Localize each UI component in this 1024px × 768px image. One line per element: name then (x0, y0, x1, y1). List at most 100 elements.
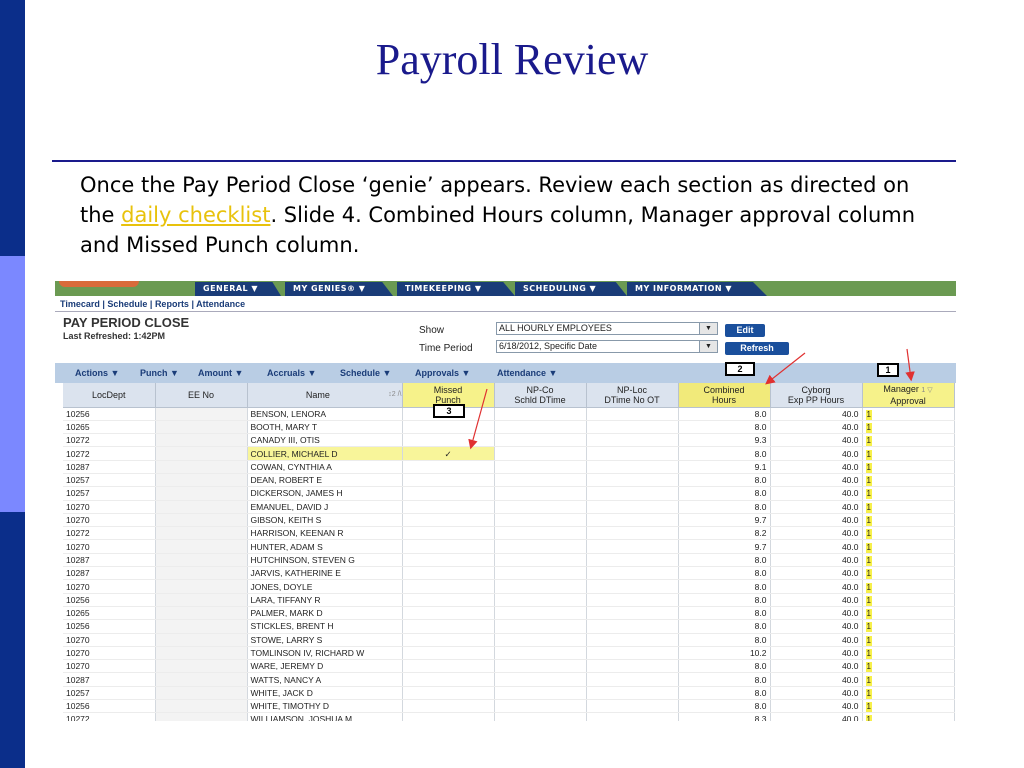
menu-accruals[interactable]: Accruals ▼ (267, 368, 316, 378)
table-row[interactable]: 10272 WILLIAMSON, JOSHUA M 8.3 40.0 1 (63, 712, 955, 721)
table-row[interactable]: 10265 BOOTH, MARY T 8.0 40.0 1 (63, 420, 955, 435)
cell-manager-approval: 1 (862, 619, 955, 634)
cell-missed-punch (402, 579, 495, 594)
subnav-timecard[interactable]: Timecard (60, 299, 100, 309)
cell-locdept: 10270 (63, 579, 156, 594)
table-row[interactable]: 10265 PALMER, MARK D 8.0 40.0 1 (63, 606, 955, 621)
cell-missed-punch (402, 619, 495, 634)
table-row[interactable]: 10270 STOWE, LARRY S 8.0 40.0 1 (63, 633, 955, 647)
table-row[interactable]: 10270 HUNTER, ADAM S 9.7 40.0 1 (63, 539, 955, 554)
cell-locdept: 10270 (63, 633, 156, 647)
col-name[interactable]: Name ↕2 /\ (247, 383, 403, 408)
table-row[interactable]: 10270 GIBSON, KEITH S 9.7 40.0 1 (63, 513, 955, 528)
cell-ee-no (155, 553, 248, 568)
cell-name: STICKLES, BRENT H (247, 619, 403, 634)
cell-combined-hours: 8.0 (678, 407, 771, 421)
table-row[interactable]: 10272 COLLIER, MICHAEL D ✓ 8.0 40.0 1 (63, 446, 955, 461)
cell-name: JONES, DOYLE (247, 579, 403, 594)
nav-tab-general[interactable]: GENERAL ▼ (195, 282, 281, 296)
nav-tab-timekeeping[interactable]: TIMEKEEPING ▼ (397, 282, 515, 296)
approval-badge: 1 (865, 436, 872, 446)
pay-period-close-screenshot: GENERAL ▼ MY GENIES® ▼ TIMEKEEPING ▼ SCH… (55, 281, 956, 721)
cell-manager-approval: 1 (862, 686, 955, 701)
cell-missed-punch: ✓ (402, 446, 495, 461)
cell-manager-approval: 1 (862, 633, 955, 647)
cell-np-co (494, 407, 587, 421)
cell-ee-no (155, 619, 248, 634)
show-select[interactable]: ALL HOURLY EMPLOYEES ▼ (496, 322, 718, 335)
table-row[interactable]: 10272 HARRISON, KEENAN R 8.2 40.0 1 (63, 526, 955, 541)
subnav-schedule[interactable]: Schedule (107, 299, 147, 309)
col-cyborg[interactable]: Cyborg Exp PP Hours (770, 383, 863, 408)
cell-manager-approval: 1 (862, 553, 955, 568)
table-row[interactable]: 10287 HUTCHINSON, STEVEN G 8.0 40.0 1 (63, 553, 955, 568)
cell-np-loc (586, 699, 679, 714)
col-combined-hours[interactable]: Combined Hours (678, 383, 771, 408)
table-row[interactable]: 10287 JARVIS, KATHERINE E 8.0 40.0 1 (63, 566, 955, 581)
table-row[interactable]: 10270 TOMLINSON IV, RICHARD W 10.2 40.0 1 (63, 646, 955, 661)
col-manager-approval[interactable]: Manager 1 ▽ Approval (862, 383, 955, 408)
subnav-attendance[interactable]: Attendance (196, 299, 245, 309)
menu-approvals[interactable]: Approvals ▼ (415, 368, 470, 378)
table-row[interactable]: 10256 LARA, TIFFANY R 8.0 40.0 1 (63, 593, 955, 607)
table-row[interactable]: 10257 DEAN, ROBERT E 8.0 40.0 1 (63, 473, 955, 488)
menu-punch[interactable]: Punch ▼ (140, 368, 179, 378)
cell-cyborg: 40.0 (770, 699, 863, 714)
dropdown-arrow-icon: ▼ (699, 341, 717, 352)
cell-ee-no (155, 672, 248, 687)
cell-combined-hours: 8.0 (678, 420, 771, 435)
cell-ee-no (155, 407, 248, 421)
time-period-select[interactable]: 6/18/2012, Specific Date ▼ (496, 340, 718, 353)
menu-schedule[interactable]: Schedule ▼ (340, 368, 391, 378)
approval-badge: 1 (865, 702, 872, 712)
refresh-button[interactable]: Refresh (725, 342, 789, 355)
table-row[interactable]: 10287 WATTS, NANCY A 8.0 40.0 1 (63, 672, 955, 687)
cell-manager-approval: 1 (862, 539, 955, 554)
nav-tab-my-genies[interactable]: MY GENIES® ▼ (285, 282, 393, 296)
col-np-co[interactable]: NP-Co Schld DTime (494, 383, 587, 408)
daily-checklist-link[interactable]: daily checklist (121, 203, 270, 227)
cell-missed-punch (402, 699, 495, 714)
cell-np-loc (586, 486, 679, 501)
cell-combined-hours: 8.0 (678, 606, 771, 621)
approval-badge: 1 (865, 582, 872, 593)
cell-manager-approval: 1 (862, 699, 955, 714)
table-row[interactable]: 10272 CANADY III, OTIS 9.3 40.0 1 (63, 433, 955, 448)
cell-np-co (494, 473, 587, 488)
nav-tab-my-information[interactable]: MY INFORMATION ▼ (627, 282, 767, 296)
cell-combined-hours: 8.0 (678, 672, 771, 687)
col-ee-no[interactable]: EE No (155, 383, 248, 408)
edit-button[interactable]: Edit (725, 324, 765, 337)
table-row[interactable]: 10256 BENSON, LENORA 8.0 40.0 1 (63, 407, 955, 421)
subnav-reports[interactable]: Reports (155, 299, 189, 309)
cell-cyborg: 40.0 (770, 553, 863, 568)
menu-attendance[interactable]: Attendance ▼ (497, 368, 557, 378)
table-row[interactable]: 10256 STICKLES, BRENT H 8.0 40.0 1 (63, 619, 955, 634)
cell-np-co (494, 712, 587, 721)
cell-ee-no (155, 446, 248, 461)
cell-manager-approval: 1 (862, 513, 955, 528)
cell-ee-no (155, 659, 248, 674)
table-row[interactable]: 10257 DICKERSON, JAMES H 8.0 40.0 1 (63, 486, 955, 501)
table-row[interactable]: 10270 EMANUEL, DAVID J 8.0 40.0 1 (63, 500, 955, 514)
cell-missed-punch (402, 553, 495, 568)
cell-cyborg: 40.0 (770, 473, 863, 488)
cell-locdept: 10256 (63, 593, 156, 607)
cell-missed-punch (402, 593, 495, 607)
sort-icon: 1 ▽ (921, 386, 933, 394)
approval-badge: 1 (865, 609, 872, 619)
menu-actions[interactable]: Actions ▼ (75, 368, 119, 378)
cell-np-co (494, 659, 587, 674)
nav-tab-scheduling[interactable]: SCHEDULING ▼ (515, 282, 627, 296)
table-row[interactable]: 10256 WHITE, TIMOTHY D 8.0 40.0 1 (63, 699, 955, 714)
approval-badge: 1 (865, 648, 872, 659)
col-locdept[interactable]: LocDept (63, 383, 156, 408)
col-np-loc[interactable]: NP-Loc DTime No OT (586, 383, 679, 408)
menu-amount[interactable]: Amount ▼ (198, 368, 243, 378)
cell-missed-punch (402, 566, 495, 581)
table-row[interactable]: 10270 JONES, DOYLE 8.0 40.0 1 (63, 579, 955, 594)
cell-np-co (494, 460, 587, 474)
table-row[interactable]: 10257 WHITE, JACK D 8.0 40.0 1 (63, 686, 955, 701)
table-row[interactable]: 10287 COWAN, CYNTHIA A 9.1 40.0 1 (63, 460, 955, 474)
table-row[interactable]: 10270 WARE, JEREMY D 8.0 40.0 1 (63, 659, 955, 674)
